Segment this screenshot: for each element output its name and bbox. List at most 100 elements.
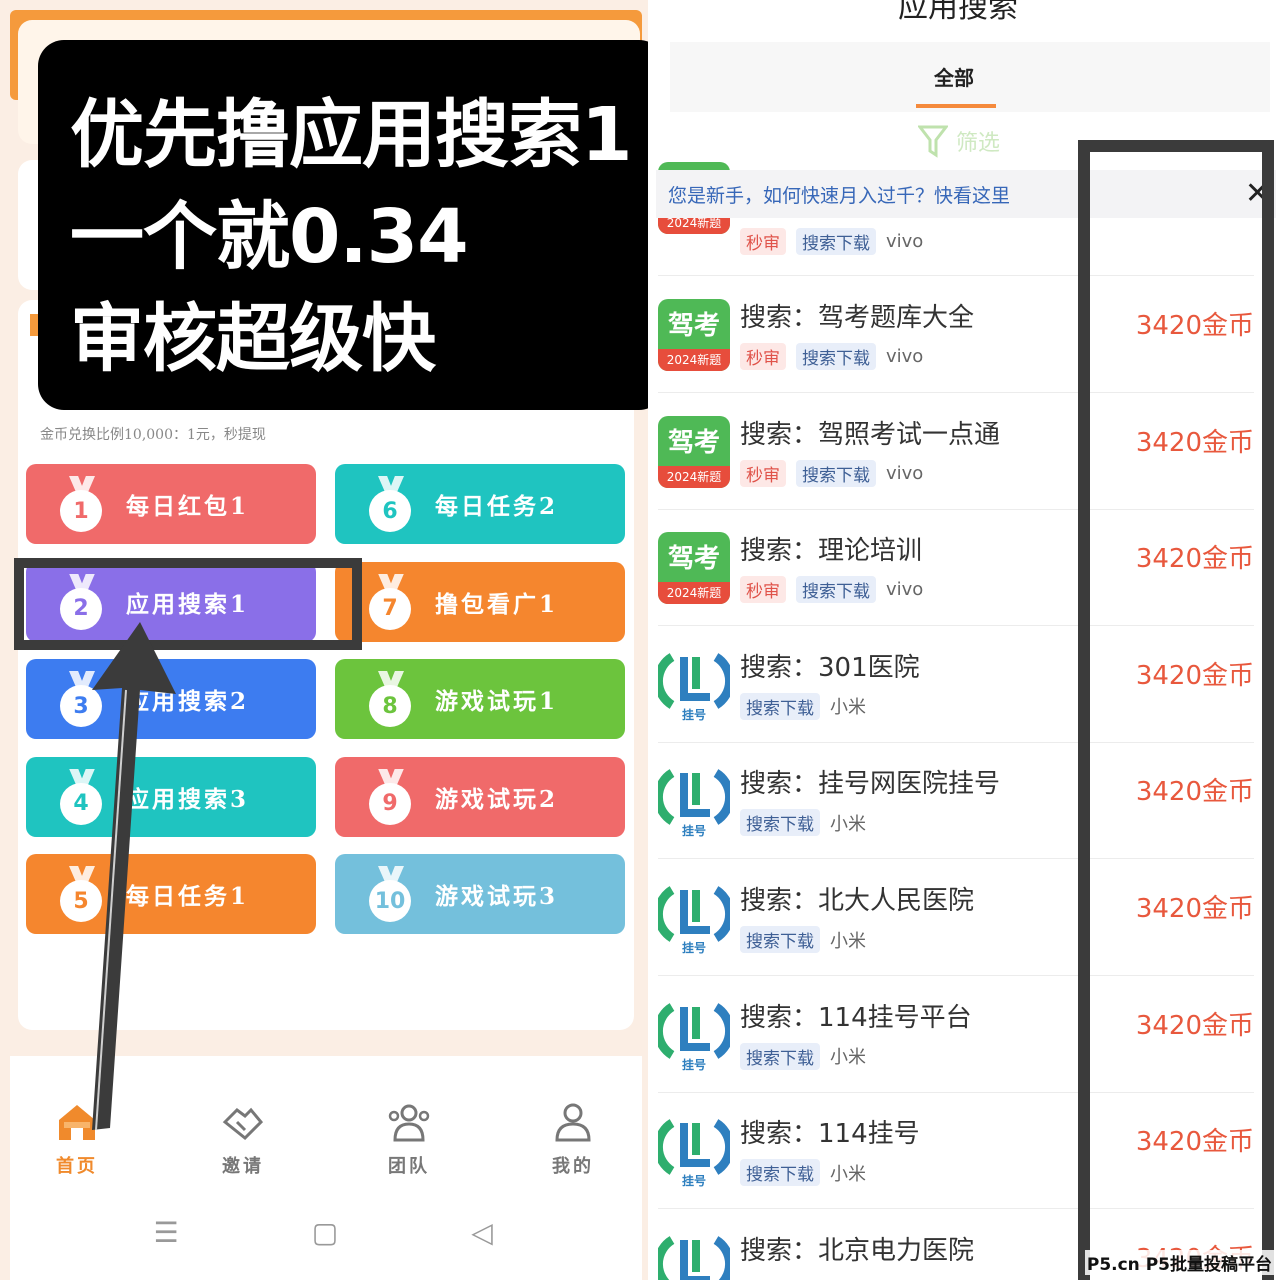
tab-active-indicator bbox=[916, 104, 996, 108]
tag-group: 秒审 搜索下载 vivo bbox=[740, 576, 924, 604]
platform-label: vivo bbox=[886, 231, 924, 252]
nav-home[interactable]: 首页 bbox=[32, 1100, 122, 1178]
task-tile-label: 游戏试玩2 bbox=[435, 785, 559, 813]
medal-number: 9 bbox=[369, 782, 411, 825]
funnel-icon bbox=[918, 125, 948, 158]
overlay-line-1: 优先撸应用搜索1 bbox=[70, 92, 633, 178]
list-item[interactable]: 挂号 搜索：114挂号 搜索下载 小米 3420金币 bbox=[658, 1093, 1254, 1210]
task-tag: 搜索下载 bbox=[740, 926, 820, 953]
task-title: 搜索：驾考题库大全 bbox=[740, 303, 975, 333]
task-tile[interactable]: 1 每日红包1 bbox=[26, 464, 316, 544]
medal-icon: 8 bbox=[369, 671, 413, 727]
task-tile[interactable]: 5 每日任务1 bbox=[26, 854, 316, 934]
medal-icon: 9 bbox=[369, 768, 413, 825]
nav-mine[interactable]: 我的 bbox=[528, 1100, 618, 1178]
task-tile[interactable]: 8 游戏试玩1 bbox=[335, 659, 625, 739]
watermark: P5.cn P5批量投稿平台 bbox=[1084, 1250, 1274, 1275]
task-tile[interactable]: 9 游戏试玩2 bbox=[335, 756, 625, 837]
medal-icon: 10 bbox=[369, 866, 413, 922]
task-tag: 搜索下载 bbox=[796, 459, 876, 487]
drive-app-icon: 驾考 2024新题 bbox=[658, 532, 730, 605]
task-tag: 秒审 bbox=[740, 343, 786, 370]
tag-group: 秒审 搜索下载 vivo bbox=[740, 228, 923, 255]
reward-amount: 3420金币 bbox=[1135, 777, 1254, 808]
task-title: 搜索：114挂号 bbox=[740, 1119, 920, 1150]
system-home-button[interactable]: ▢ bbox=[305, 1212, 345, 1252]
task-tile[interactable]: 10 游戏试玩3 bbox=[335, 854, 625, 934]
list-item[interactable]: 挂号 搜索：114挂号平台 搜索下载 小米 3420金币 bbox=[658, 977, 1254, 1093]
platform-label: vivo bbox=[886, 346, 924, 367]
drive-icon-badge: 2024新题 bbox=[658, 582, 730, 605]
close-icon[interactable]: ✕ bbox=[1245, 176, 1270, 211]
task-tile-label: 应用搜索3 bbox=[126, 785, 250, 813]
list-item[interactable]: 驾考 2024新题 搜索：驾考题库大全 秒审 搜索下载 vivo 3420金币 bbox=[658, 277, 1254, 393]
platform-label: 小米 bbox=[830, 813, 866, 835]
notice-text: 您是新手，如何快速月入过千？快看这里 bbox=[668, 184, 1011, 207]
overlay-line-2: 一个就0.34 bbox=[70, 194, 469, 280]
task-tile-label: 每日任务2 bbox=[435, 493, 559, 520]
list-item[interactable]: 挂号 搜索：北大人民医院 搜索下载 小米 3420金币 bbox=[658, 860, 1254, 976]
task-tag: 搜索下载 bbox=[740, 692, 820, 720]
medal-number: 10 bbox=[369, 880, 411, 922]
hospital-app-icon: 挂号 bbox=[658, 1115, 730, 1188]
hospital-app-icon: 挂号 bbox=[658, 882, 730, 954]
drive-app-icon: 驾考 2024新题 bbox=[658, 415, 730, 488]
medal-icon: 6 bbox=[369, 476, 413, 532]
tag-group: 搜索下载 小米 bbox=[740, 926, 866, 953]
task-title: 搜索：301医院 bbox=[740, 652, 920, 683]
medal-icon: 4 bbox=[60, 768, 104, 825]
platform-label: vivo bbox=[886, 462, 924, 484]
medal-number: 7 bbox=[369, 587, 411, 630]
platform-label: 小米 bbox=[830, 1047, 866, 1069]
reward-amount: 3420金币 bbox=[1135, 660, 1254, 691]
hospital-app-icon: 挂号 bbox=[658, 998, 730, 1071]
reward-amount: 3420金币 bbox=[1135, 1127, 1254, 1158]
task-tile[interactable]: 7 撸包看广1 bbox=[335, 561, 625, 642]
nav-team-label: 团队 bbox=[388, 1156, 430, 1177]
medal-number: 4 bbox=[60, 782, 102, 825]
list-item[interactable]: 驾考 2024新题 搜索：驾照考试一点通 秒审 搜索下载 vivo 3420金币 bbox=[658, 394, 1254, 510]
list-item[interactable]: 挂号 搜索：301医院 搜索下载 小米 3420金币 bbox=[658, 627, 1254, 743]
list-item[interactable]: 驾考 2024新题 搜索：理论培训 秒审 搜索下载 vivo 3420金币 bbox=[658, 510, 1254, 627]
system-back-button[interactable]: ◁ bbox=[462, 1212, 502, 1252]
hospital-icon-text: 挂号 bbox=[682, 1057, 706, 1071]
platform-label: 小米 bbox=[830, 697, 866, 719]
right-phone-screen: 应用搜索 全部 筛选 驾考 2024新题 秒审 搜索下载 vivo 您是新手，如… bbox=[648, 0, 1280, 1280]
task-tile[interactable]: 3 应用搜索2 bbox=[26, 659, 316, 739]
nav-invite[interactable]: 邀请 bbox=[198, 1100, 288, 1178]
nav-team[interactable]: 团队 bbox=[364, 1100, 454, 1178]
tab-all[interactable]: 全部 bbox=[934, 62, 974, 91]
page-title: 应用搜索 bbox=[898, 0, 1018, 25]
task-tile-label: 应用搜索2 bbox=[126, 688, 250, 715]
medal-number: 8 bbox=[369, 685, 411, 727]
task-tile[interactable]: 6 每日任务2 bbox=[335, 464, 625, 544]
filter-button[interactable]: 筛选 bbox=[918, 124, 1000, 158]
tag-group: 秒审 搜索下载 vivo bbox=[740, 459, 924, 487]
medal-number: 1 bbox=[60, 490, 102, 532]
platform-label: vivo bbox=[886, 579, 924, 601]
list-item[interactable]: 挂号 搜索：挂号网医院挂号 搜索下载 小米 3420金币 bbox=[658, 743, 1254, 860]
task-tag: 搜索下载 bbox=[740, 809, 820, 837]
task-tag: 秒审 bbox=[740, 576, 786, 604]
task-title: 搜索：理论培训 bbox=[740, 536, 923, 567]
newbie-notice-bar[interactable]: 您是新手，如何快速月入过千？快看这里 ✕ bbox=[656, 170, 1276, 218]
task-title: 搜索：北大人民医院 bbox=[740, 886, 975, 916]
hospital-app-icon: 挂号 bbox=[658, 1231, 730, 1280]
task-tile-label: 每日任务1 bbox=[126, 883, 250, 910]
system-menu-button[interactable]: ☰ bbox=[146, 1212, 186, 1252]
hospital-icon-text: 挂号 bbox=[682, 1173, 706, 1187]
drive-icon-badge: 2024新题 bbox=[658, 465, 730, 488]
tag-group: 秒审 搜索下载 vivo bbox=[740, 343, 923, 370]
task-title: 搜索：驾照考试一点通 bbox=[740, 419, 1001, 450]
hospital-app-icon: 挂号 bbox=[658, 765, 730, 838]
hospital-icon-text: 挂号 bbox=[682, 940, 706, 954]
drive-icon-text: 驾考 bbox=[667, 311, 720, 341]
task-tag: 搜索下载 bbox=[740, 1159, 820, 1187]
highlight-box bbox=[14, 558, 362, 650]
task-tile[interactable]: 4 应用搜索3 bbox=[26, 756, 316, 837]
nav-invite-label: 邀请 bbox=[222, 1156, 264, 1177]
section-marker bbox=[30, 314, 38, 336]
task-title: 搜索：挂号网医院挂号 bbox=[740, 769, 1001, 800]
medal-icon: 3 bbox=[60, 671, 104, 727]
nav-home-label: 首页 bbox=[56, 1156, 98, 1177]
